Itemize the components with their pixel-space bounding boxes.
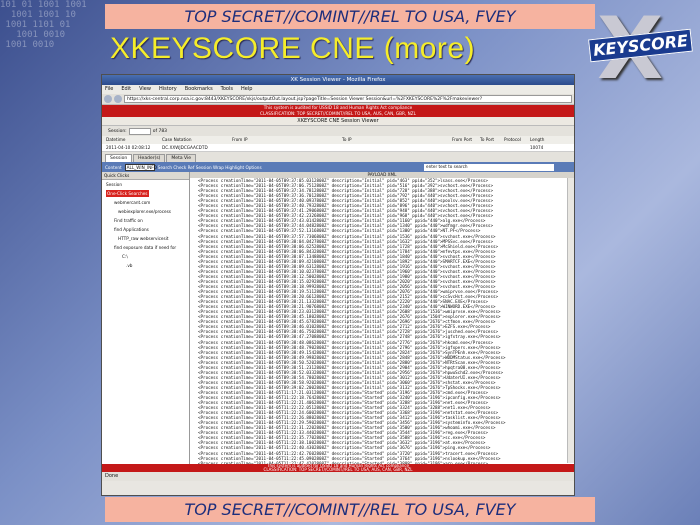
tree-item[interactable]: find Applications (102, 225, 189, 234)
tab-bar: Session Header(s) Meta Vie (102, 152, 574, 162)
info-cell (480, 144, 504, 151)
menu-item-bookmarks[interactable]: Bookmarks (185, 86, 213, 92)
window-title: XK Session Viewer - Mozilla Firefox (102, 75, 574, 85)
tab-header-s-[interactable]: Header(s) (133, 154, 166, 162)
viewer-title: XKEYSCORE CNE Session Viewer (102, 117, 574, 126)
session-label: Session: (108, 128, 127, 134)
info-cell (342, 144, 452, 151)
forward-icon[interactable] (114, 95, 122, 103)
tree-item-label: .vb (126, 263, 133, 268)
tree-item-label: Find traffic on (114, 218, 143, 223)
info-col-header: To IP (342, 137, 352, 142)
tree-item[interactable]: One-Click Searches (102, 189, 189, 198)
tree-item[interactable]: .vb (102, 261, 189, 270)
status-bar: Done (102, 472, 574, 481)
search-input[interactable]: enter text to search (424, 163, 554, 171)
tree-item-label: webmercant.com (114, 200, 151, 205)
content-toolbar: Content ALL_WIN_INFO Search Check Ref Se… (102, 162, 574, 172)
session-info-header: Datetime Case Notation From IP To IP From Po… (102, 136, 574, 144)
menu-bar: File Edit View History Bookmarks Tools Help (102, 85, 574, 94)
tree-item-label: Session (106, 182, 122, 187)
tree-item-label: webiexplorer.exe/process (118, 209, 171, 214)
tree-item[interactable]: webiexplorer.exe/process (102, 207, 189, 216)
xkeyscore-logo: X KEYSCORE (585, 6, 693, 94)
quick-clicks-panel: Quick Clicks Session One-Click Searches we… (102, 172, 190, 464)
session-count: of 783 (152, 128, 168, 134)
info-col-header: Protocol (504, 137, 521, 142)
url-field[interactable]: https://xks-central.corp.nsa.ic.gov:8443… (124, 95, 572, 103)
toolbar-actions[interactable]: Search Check Ref Session Wrap Highlight … (158, 165, 262, 170)
session-input[interactable] (128, 127, 151, 135)
info-col-header: To Port (480, 137, 495, 142)
audit-banner: This system is audited for USSID 18 and … (102, 105, 574, 117)
menu-item-history[interactable]: History (159, 86, 177, 92)
back-icon[interactable] (104, 95, 112, 103)
payload-panel: PAYLOAD XML <Process creationTime="2011-… (190, 172, 574, 464)
menu-item-edit[interactable]: Edit (121, 86, 131, 92)
info-col-header: Datetime (106, 137, 126, 142)
menu-item-help[interactable]: Help (241, 86, 252, 92)
session-info-row: 2011-04-10 02:08:12 DC.XXWJDCGAACDTD 10074 (102, 144, 574, 152)
menu-item-tools[interactable]: Tools (221, 86, 233, 92)
info-col-header: Case Notation (162, 137, 192, 142)
tab-session[interactable]: Session (105, 154, 133, 162)
tree-item-label: C:\ (122, 254, 128, 259)
info-cell: 2011-04-10 02:08:12 (106, 145, 151, 150)
content-label: Content (105, 164, 122, 170)
payload-scrollbar[interactable] (567, 178, 574, 463)
audit-banner-bottom: This system is audited for USSID 18 and … (102, 464, 574, 472)
quick-clicks-header: Quick Clicks (102, 172, 189, 180)
info-col-header: From Port (452, 137, 473, 142)
session-bar: Session: of 783 (102, 126, 574, 136)
classification-banner-bottom: TOP SECRET//COMINT//REL TO USA, FVEY (105, 497, 595, 522)
tree-item[interactable]: C:\ (102, 252, 189, 261)
menu-item-view[interactable]: View (139, 86, 151, 92)
payload-xml: <Process creationTime="2011-04-05T09:37:… (190, 178, 574, 464)
menu-item-file[interactable]: File (105, 86, 113, 92)
tab-meta-vie[interactable]: Meta Vie (166, 154, 197, 162)
info-cell: 10074 (530, 145, 544, 150)
info-cell (452, 144, 480, 151)
tree-item-label: find exposure data if need for (114, 245, 177, 250)
info-cell (504, 144, 530, 151)
main-pane: Quick Clicks Session One-Click Searches we… (102, 172, 574, 464)
tree-item[interactable]: HTTP_raw webservicesit (102, 234, 189, 243)
xml-line: <Process creationTime="2011-04-05T11:22:… (198, 460, 488, 464)
browser-window: XK Session Viewer - Mozilla Firefox File… (101, 74, 575, 496)
info-cell (232, 144, 342, 151)
tree-item[interactable]: Find traffic on (102, 216, 189, 225)
slide-title: XKEYSCORE CNE (more) (110, 32, 476, 65)
tree-item-label: One-Click Searches (106, 190, 149, 197)
info-col-header: Length (530, 137, 545, 142)
quick-clicks-tree: Session One-Click Searches webmercant.com w… (102, 180, 189, 270)
tree-item-label: find Applications (114, 227, 149, 232)
tree-item[interactable]: find exposure data if need for (102, 243, 189, 252)
content-select[interactable]: ALL_WIN_INFO (124, 163, 157, 171)
info-cell: DC.XXWJDCGAACDTD (162, 145, 208, 150)
classification-banner-top: TOP SECRET//COMINT//REL TO USA, FVEY (105, 4, 595, 29)
info-col-header: From IP (232, 137, 248, 142)
tree-item[interactable]: Session (102, 180, 189, 189)
tree-item-label: HTTP_raw webservicesit (118, 236, 169, 241)
navigation-bar: https://xks-central.corp.nsa.ic.gov:8443… (102, 94, 574, 105)
tree-item[interactable]: webmercant.com (102, 198, 189, 207)
